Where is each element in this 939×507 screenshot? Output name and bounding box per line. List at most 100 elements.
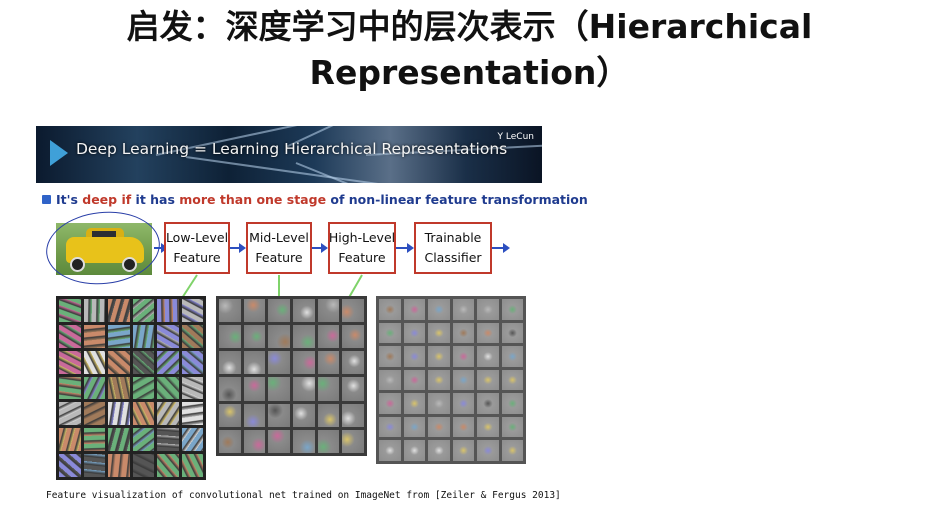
feature-tile — [317, 377, 340, 401]
feature-tile — [342, 403, 364, 427]
feature-tile — [181, 299, 203, 322]
feature-tile — [243, 299, 266, 323]
feature-tile — [59, 350, 81, 374]
feature-tile — [317, 299, 340, 323]
feature-tile — [59, 324, 81, 348]
feature-tile — [108, 324, 130, 348]
bullet-part-1: It's — [56, 192, 83, 207]
feature-tile — [477, 393, 499, 414]
feature-tile — [342, 325, 364, 349]
arrow-icon — [396, 243, 414, 253]
feature-tile — [428, 440, 450, 461]
feature-tile — [268, 377, 290, 401]
feature-tile — [268, 325, 290, 349]
feature-tile — [403, 393, 425, 414]
banner-title: Deep Learning = Learning Hierarchical Re… — [76, 140, 508, 158]
feature-tile — [157, 350, 179, 374]
feature-tile — [132, 454, 154, 477]
feature-tile — [181, 454, 203, 477]
feature-tile — [157, 428, 179, 452]
feature-tile — [243, 325, 266, 349]
arrow-icon — [312, 243, 328, 253]
feature-tile — [181, 428, 203, 452]
stage-label-line1: Trainable — [424, 230, 482, 245]
feature-tile — [428, 393, 450, 414]
feature-tile — [181, 376, 203, 400]
feature-tile — [59, 299, 81, 322]
connector-high — [348, 274, 363, 299]
arrow-icon — [492, 243, 510, 253]
feature-tile — [501, 299, 523, 320]
feature-tile — [292, 325, 315, 349]
feature-tile — [268, 429, 290, 453]
feature-tile — [83, 376, 105, 400]
feature-tile — [342, 429, 364, 453]
bullet-square-icon — [42, 195, 51, 204]
feature-tile — [219, 299, 241, 323]
feature-tile — [181, 350, 203, 374]
feature-tile — [452, 393, 474, 414]
feature-tile — [317, 351, 340, 375]
feature-tile — [108, 299, 130, 322]
stage-box-classifier: Trainable Classifier — [414, 222, 492, 274]
feature-tile — [403, 369, 425, 391]
feature-tile — [342, 299, 364, 323]
bullet-statement: It's deep if it has more than one stage … — [42, 192, 588, 207]
feature-tile — [428, 346, 450, 367]
feature-tile — [108, 428, 130, 452]
feature-tile — [452, 322, 474, 344]
high-level-feature-grid — [376, 296, 526, 464]
feature-tile — [157, 454, 179, 477]
feature-tile — [342, 377, 364, 401]
feature-tile — [268, 351, 290, 375]
feature-tile — [132, 350, 154, 374]
feature-tile — [83, 428, 105, 452]
feature-tile — [83, 324, 105, 348]
stage-label-line2: Feature — [338, 250, 386, 265]
feature-tile — [452, 369, 474, 391]
figure-caption: Feature visualization of convolutional n… — [46, 490, 561, 501]
stage-box-mid-level: Mid-Level Feature — [246, 222, 312, 274]
feature-tile — [342, 351, 364, 375]
feature-tile — [428, 369, 450, 391]
feature-tile — [157, 324, 179, 348]
feature-tile — [219, 429, 241, 453]
feature-tile — [268, 403, 290, 427]
feature-tile — [403, 440, 425, 461]
feature-tile — [379, 393, 401, 414]
feature-tile — [83, 350, 105, 374]
stage-box-high-level: High-Level Feature — [328, 222, 396, 274]
feature-tile — [477, 346, 499, 367]
feature-tile — [83, 299, 105, 322]
feature-tile — [132, 428, 154, 452]
feature-tile — [108, 350, 130, 374]
feature-tile — [501, 393, 523, 414]
feature-tile — [157, 376, 179, 400]
bullet-part-4: more than one stage — [179, 192, 327, 207]
feature-tile — [428, 322, 450, 344]
feature-tile — [403, 416, 425, 438]
feature-tile — [219, 377, 241, 401]
feature-tile — [317, 429, 340, 453]
stage-label-line1: Mid-Level — [249, 230, 309, 245]
low-level-feature-grid — [56, 296, 206, 480]
feature-tile — [292, 403, 315, 427]
feature-tile — [379, 322, 401, 344]
deep-learning-figure: Deep Learning = Learning Hierarchical Re… — [36, 126, 588, 507]
stage-label-line1: High-Level — [328, 230, 396, 245]
feature-tile — [477, 322, 499, 344]
feature-tile — [157, 299, 179, 322]
feature-tile — [452, 299, 474, 320]
feature-tile — [292, 377, 315, 401]
feature-tile — [219, 325, 241, 349]
banner-author: Y LeCun — [497, 132, 534, 142]
feature-tile — [243, 429, 266, 453]
feature-tile — [219, 403, 241, 427]
feature-tile — [108, 376, 130, 400]
slide-title: 启发：深度学习中的层次表示（Hierarchical Representatio… — [0, 4, 939, 96]
feature-tile — [83, 454, 105, 477]
feature-tile — [132, 324, 154, 348]
feature-tile — [477, 299, 499, 320]
feature-tile — [428, 416, 450, 438]
stage-label-line2: Feature — [255, 250, 303, 265]
